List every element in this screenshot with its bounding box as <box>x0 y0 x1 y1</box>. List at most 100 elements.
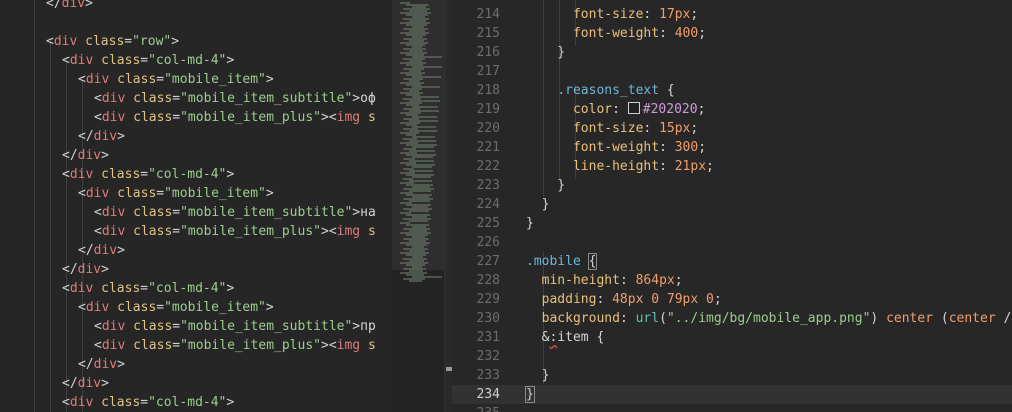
code-line[interactable]: 221 font-weight: 300; <box>452 138 1012 157</box>
code-text: } <box>526 176 565 195</box>
code-line[interactable]: <div class="mobile_item_plus"><img s <box>0 222 392 241</box>
code-token: ) <box>870 311 887 326</box>
code-token: = <box>140 281 149 296</box>
code-line[interactable]: 227 .mobile { <box>452 252 1012 271</box>
code-token: : <box>612 102 628 117</box>
code-token: </ <box>62 148 78 163</box>
minimap[interactable] <box>392 0 444 412</box>
code-token: : <box>659 26 675 41</box>
code-line[interactable]: 218 .reasons_text { <box>452 81 1012 100</box>
code-line[interactable]: </div> <box>0 0 392 13</box>
code-token: ; <box>674 273 683 288</box>
code-line[interactable]: </div> <box>0 355 392 374</box>
code-line[interactable]: 225} <box>452 214 1012 233</box>
code-line[interactable]: <div class="mobile_item_subtitle">пр <box>0 317 392 336</box>
code-line[interactable]: <div class="col-md-4"> <box>0 279 392 298</box>
code-line[interactable]: <div class="mobile_item_subtitle">оф <box>0 89 392 108</box>
code-line[interactable] <box>0 13 392 32</box>
code-line[interactable]: <div class="mobile_item"> <box>0 298 392 317</box>
code-token: "col-md-4" <box>148 53 227 68</box>
code-token: class <box>93 395 141 410</box>
code-line[interactable]: <div class="mobile_item_plus"><img s <box>0 108 392 127</box>
code-text: font-weight: 300; <box>526 138 706 157</box>
current-code-line[interactable]: 234} <box>452 385 1012 404</box>
html-editor-pane[interactable]: </div> <div class="row"> <div class="col-m… <box>0 0 392 412</box>
code-token: = <box>172 205 181 220</box>
code-line[interactable]: 217 <box>452 62 1012 81</box>
line-number: 223 <box>476 178 500 193</box>
code-line[interactable]: <div class="mobile_item_subtitle">на <box>0 203 392 222</box>
code-token: ; <box>697 102 706 117</box>
code-line[interactable]: <div class="mobile_item"> <box>0 70 392 89</box>
code-line[interactable]: 216 } <box>452 43 1012 62</box>
code-line[interactable]: </div> <box>0 374 392 393</box>
code-token: = <box>156 300 165 315</box>
code-token: < <box>94 110 102 125</box>
code-token: < <box>94 205 102 220</box>
code-line[interactable]: <div class="col-md-4"> <box>0 165 392 184</box>
code-line[interactable]: 231 &:item { <box>452 328 1012 347</box>
code-token: div <box>93 129 118 144</box>
code-line[interactable]: 219 color: #202020; <box>452 100 1012 119</box>
code-line[interactable]: 220 font-size: 15px; <box>452 119 1012 138</box>
code-line[interactable]: 226 <box>452 233 1012 252</box>
code-token: </ <box>46 0 62 11</box>
code-line[interactable]: <div class="mobile_item"> <box>0 184 392 203</box>
line-number: 235 <box>452 404 500 412</box>
code-text: </div> <box>78 127 125 146</box>
code-line[interactable]: </div> <box>0 146 392 165</box>
code-line[interactable]: <div class="col-md-4"> <box>0 51 392 70</box>
code-token: .mobile <box>526 254 581 269</box>
code-line[interactable]: 233 } <box>452 366 1012 385</box>
code-token: url <box>635 311 660 326</box>
code-line[interactable]: <div class="col-md-4"> <box>0 393 392 412</box>
code-line[interactable]: 222 line-height: 21px; <box>452 157 1012 176</box>
css-editor-pane[interactable]: 214 font-size: 17px; 215 font-weight: 400… <box>452 0 1012 412</box>
code-token: < <box>62 281 70 296</box>
code-token: > <box>352 319 361 334</box>
code-token: = <box>156 72 165 87</box>
code-line[interactable]: </div> <box>0 260 392 279</box>
code-token: > <box>352 205 361 220</box>
code-token: div <box>101 91 126 106</box>
code-text: color: #202020; <box>526 100 705 119</box>
code-token: > <box>226 167 235 182</box>
minimap-line <box>409 210 429 212</box>
code-token: s <box>360 110 376 125</box>
code-line[interactable]: </div> <box>0 127 392 146</box>
code-token: div <box>101 224 126 239</box>
code-token: background <box>541 311 620 326</box>
code-token: < <box>78 300 86 315</box>
code-token: class <box>125 91 173 106</box>
code-token: "mobile_item_subtitle" <box>180 205 353 220</box>
code-token: > <box>226 281 235 296</box>
code-line[interactable]: 224 } <box>452 195 1012 214</box>
code-line[interactable]: <div class="mobile_item_plus"><img s <box>0 336 392 355</box>
code-line[interactable]: 235 <box>452 404 1012 412</box>
minimap-line <box>409 280 422 282</box>
code-token: class <box>125 224 173 239</box>
code-line[interactable]: 228 min-height: 864px; <box>452 271 1012 290</box>
code-token: div <box>101 110 126 125</box>
code-token: </ <box>78 129 94 144</box>
code-line[interactable]: 229 padding: 48px 0 79px 0; <box>452 290 1012 309</box>
code-token: < <box>62 395 70 410</box>
code-line[interactable]: </div> <box>0 241 392 260</box>
code-line[interactable]: 215 font-weight: 400; <box>452 24 1012 43</box>
code-line[interactable]: 232 <box>452 347 1012 366</box>
code-line[interactable]: <div class="row"> <box>0 32 392 51</box>
code-token: > <box>265 300 274 315</box>
line-number: 217 <box>476 64 500 79</box>
code-token: > <box>265 186 274 201</box>
code-line[interactable]: 230 background: url("../img/bg/mobile_ap… <box>452 309 1012 328</box>
code-token: div <box>69 53 94 68</box>
code-token: = <box>124 34 133 49</box>
code-token: < <box>78 186 86 201</box>
code-token: div <box>93 243 118 258</box>
code-token: font-weight <box>572 26 660 41</box>
code-line[interactable]: 214 font-size: 17px; <box>452 5 1012 24</box>
code-line[interactable]: 223 } <box>452 176 1012 195</box>
